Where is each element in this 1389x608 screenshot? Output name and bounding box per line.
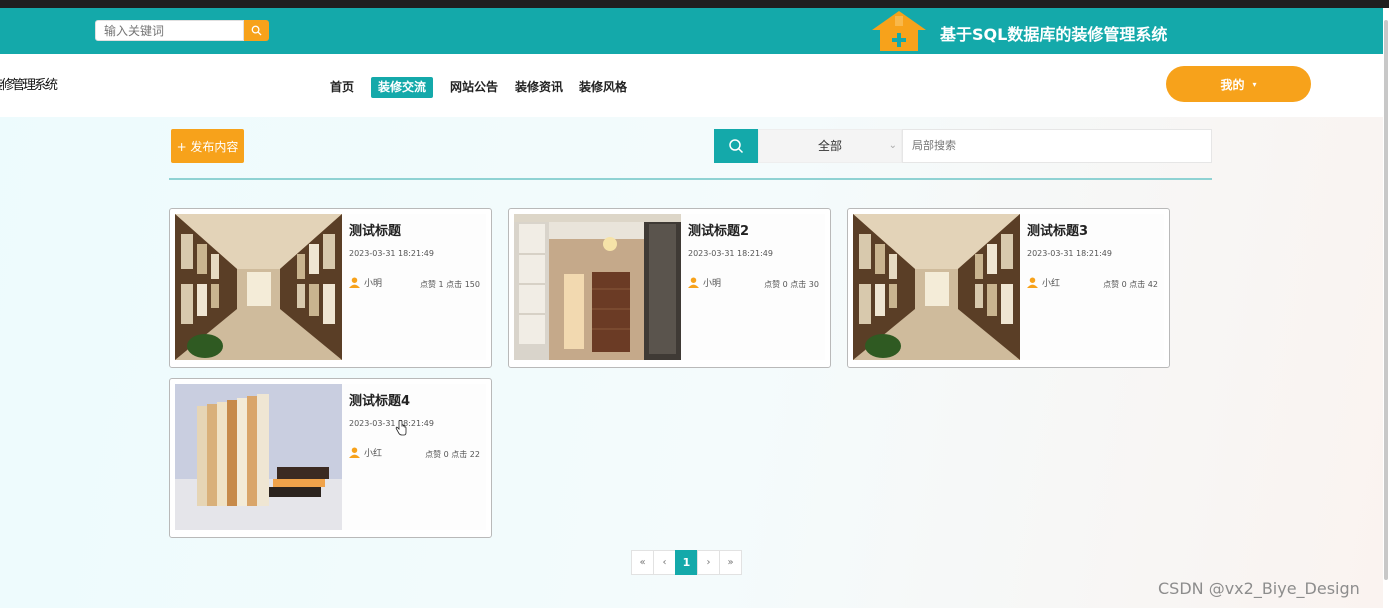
post-time: 2023-03-31 18:21:49	[349, 419, 434, 428]
nav-decoration-news[interactable]: 装修资讯	[515, 77, 563, 98]
hand-cursor-icon	[395, 420, 407, 436]
brand-name[interactable]: 装修管理系统	[0, 74, 58, 93]
wood-board-samples-image	[175, 384, 342, 530]
wood-panel-display-room-image	[514, 214, 681, 360]
page-current-button[interactable]: 1	[675, 550, 698, 575]
post-card[interactable]: 测试标题 2023-03-31 18:21:49 小明 点赞 1 点击 150	[169, 208, 492, 368]
post-author: 小红	[349, 446, 382, 459]
user-icon	[349, 277, 360, 288]
post-author-name: 小明	[703, 279, 722, 289]
keyword-search-input[interactable]	[95, 20, 244, 41]
site-title: 基于SQL数据库的装修管理系统	[940, 25, 1168, 44]
nav-decoration-exchange[interactable]: 装修交流	[371, 77, 434, 98]
my-account-button[interactable]: 我的 ▾	[1166, 66, 1311, 102]
category-select-value: 全部	[817, 139, 842, 153]
tile-showroom-corridor-image	[853, 214, 1020, 360]
page-first-button[interactable]: «	[631, 550, 654, 575]
post-stats: 点赞 0 点击 22	[425, 450, 480, 459]
search-icon	[251, 25, 262, 36]
page-next-button[interactable]: ›	[697, 550, 720, 575]
post-author-name: 小明	[364, 279, 383, 289]
chevron-down-icon: ⌄	[888, 140, 897, 151]
csdn-watermark: CSDN @vx2_Biye_Design	[1158, 579, 1360, 598]
search-icon	[729, 139, 744, 154]
post-stats: 点赞 0 点击 30	[764, 280, 819, 289]
publish-content-button[interactable]: + 发布内容	[171, 129, 244, 163]
post-time: 2023-03-31 18:21:49	[1027, 249, 1112, 258]
post-author: 小明	[688, 276, 721, 289]
local-search-button[interactable]	[714, 129, 758, 163]
category-select[interactable]: 全部 ⌄	[758, 129, 902, 163]
pagination: « ‹ 1 › »	[631, 550, 742, 575]
page-prev-button[interactable]: ‹	[653, 550, 676, 575]
scrollbar-thumb[interactable]	[1384, 20, 1388, 580]
nav-announcements[interactable]: 网站公告	[450, 77, 498, 98]
caret-down-icon: ▾	[1252, 79, 1257, 89]
post-card[interactable]: 测试标题3 2023-03-31 18:21:49 小红 点赞 0 点击 42	[847, 208, 1170, 368]
post-card[interactable]: 测试标题4 2023-03-31 18:21:49 小红 点赞 0 点击 22	[169, 378, 492, 538]
post-title[interactable]: 测试标题	[349, 220, 401, 239]
post-time: 2023-03-31 18:21:49	[349, 249, 434, 258]
house-logo-icon	[872, 11, 926, 51]
post-author-name: 小红	[1042, 279, 1061, 289]
post-title[interactable]: 测试标题4	[349, 390, 410, 409]
my-account-label: 我的	[1220, 77, 1245, 92]
page-last-button[interactable]: »	[719, 550, 742, 575]
top-header-bar: 基于SQL数据库的装修管理系统	[0, 8, 1383, 54]
local-search-input[interactable]	[902, 129, 1212, 163]
post-stats: 点赞 1 点击 150	[420, 280, 480, 289]
user-icon	[1027, 277, 1038, 288]
post-stats: 点赞 0 点击 42	[1103, 280, 1158, 289]
user-icon	[688, 277, 699, 288]
keyword-search-button[interactable]	[244, 20, 269, 41]
post-author: 小红	[1027, 276, 1060, 289]
nav-decoration-styles[interactable]: 装修风格	[579, 77, 627, 98]
tile-showroom-corridor-image	[175, 214, 342, 360]
post-author-name: 小红	[364, 449, 383, 459]
post-author: 小明	[349, 276, 382, 289]
section-divider	[169, 178, 1212, 180]
post-card[interactable]: 测试标题2 2023-03-31 18:21:49 小明 点赞 0 点击 30	[508, 208, 831, 368]
browser-viewport: 基于SQL数据库的装修管理系统 装修管理系统 首页 装修交流 网站公告 装修资讯…	[0, 8, 1383, 608]
post-title[interactable]: 测试标题3	[1027, 220, 1088, 239]
post-time: 2023-03-31 18:21:49	[688, 249, 773, 258]
nav-home[interactable]: 首页	[330, 77, 354, 98]
post-title[interactable]: 测试标题2	[688, 220, 749, 239]
user-icon	[349, 447, 360, 458]
